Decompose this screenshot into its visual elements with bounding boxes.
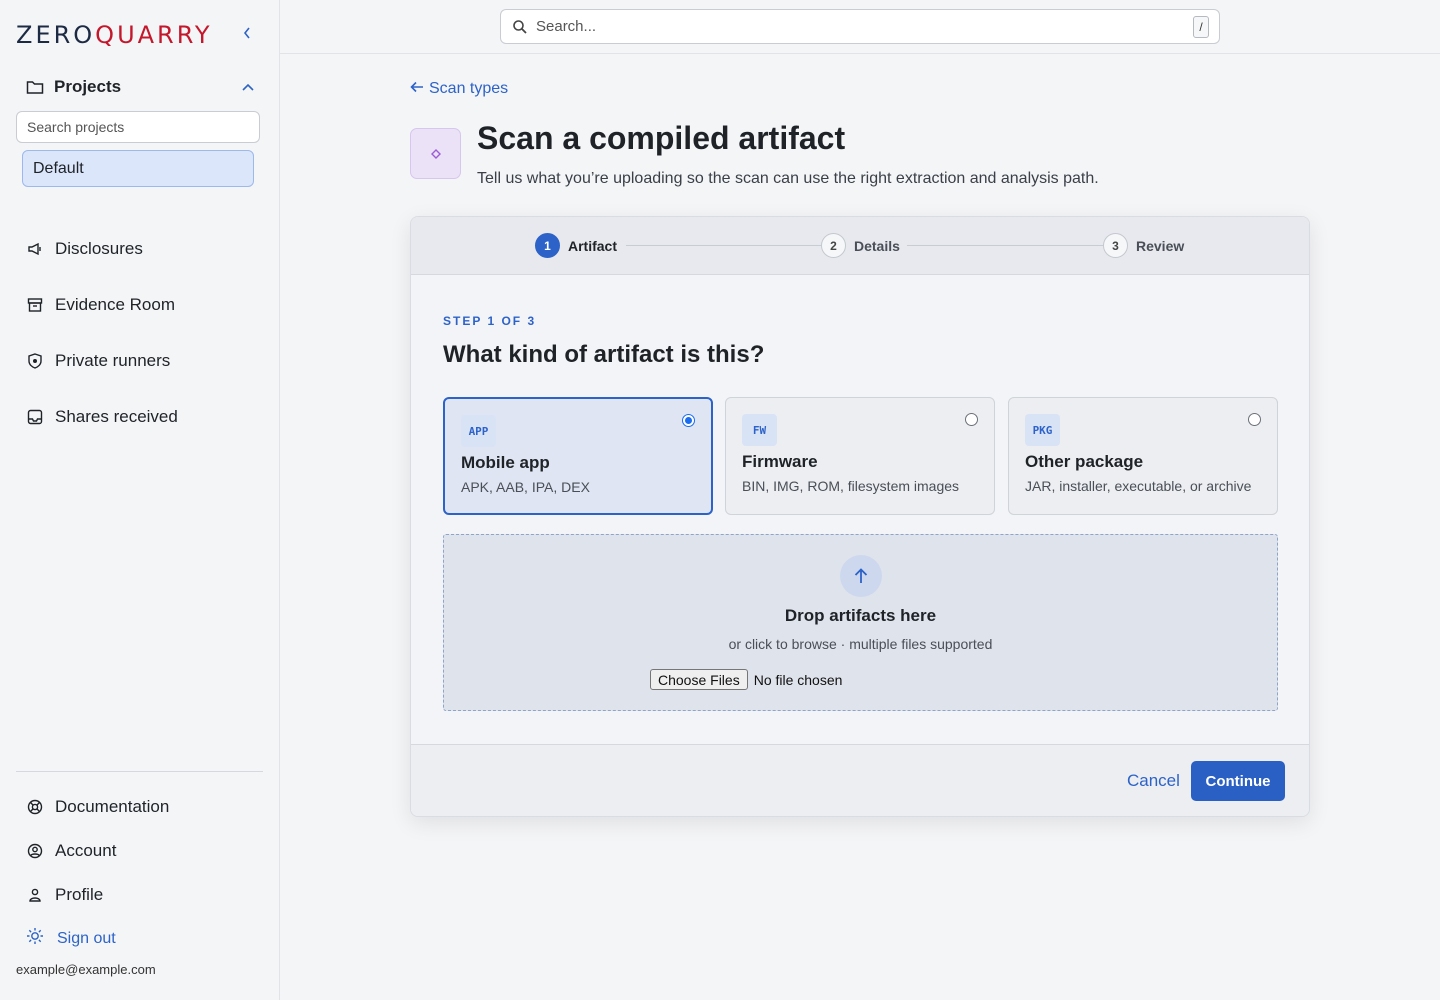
sidebar-collapse-button[interactable] (238, 26, 256, 46)
step-label: Details (854, 237, 900, 254)
upload-arrow-icon (840, 555, 882, 597)
sun-icon (26, 927, 44, 950)
sidebar-item-label: Account (55, 841, 117, 860)
wizard-footer: Cancel Continue (411, 744, 1309, 816)
sidebar-item-evidence-room[interactable]: Evidence Room (26, 295, 175, 315)
option-title: Other package (1025, 452, 1144, 471)
sidebar-item-account[interactable]: Account (26, 841, 116, 861)
sidebar-item-label: Shares received (55, 407, 178, 426)
arrow-left-icon (410, 80, 424, 98)
step-label: Artifact (568, 237, 618, 254)
artifact-diamond-icon (410, 128, 461, 179)
project-item-label: Default (33, 159, 84, 177)
cancel-button[interactable]: Cancel (1127, 771, 1180, 791)
sidebar-item-label: Documentation (55, 797, 170, 816)
sidebar-item-disclosures[interactable]: Disclosures (26, 239, 143, 259)
file-status: No file chosen (753, 671, 843, 688)
user-icon (26, 886, 44, 904)
lifebuoy-icon (26, 798, 44, 816)
search-icon (513, 19, 527, 34)
logo-text-zero: ZERO (16, 21, 96, 49)
step-review[interactable]: 3 Review (1103, 233, 1184, 258)
page-title: Scan a compiled artifact (477, 120, 846, 156)
artifact-option-other-package[interactable]: PKG Other package JAR, installer, execut… (1008, 397, 1278, 515)
projects-label: Projects (54, 77, 122, 96)
sidebar-item-label: Disclosures (55, 239, 143, 258)
user-email: example@example.com (16, 962, 156, 977)
option-badge: APP (461, 415, 496, 447)
sidebar-item-private-runners[interactable]: Private runners (26, 351, 170, 371)
file-input: Choose Files No file chosen (650, 669, 842, 690)
step-artifact[interactable]: 1 Artifact (535, 233, 617, 258)
sidebar-item-label: Private runners (55, 351, 171, 370)
sidebar-item-label: Evidence Room (55, 295, 176, 314)
step-number: 3 (1103, 233, 1128, 258)
wizard-stepper: 1 Artifact 2 Details 3 Review (411, 217, 1309, 275)
chevron-up-icon (242, 83, 254, 91)
step-details[interactable]: 2 Details (821, 233, 900, 258)
artifact-option-mobile-app[interactable]: APP Mobile app APK, AAB, IPA, DEX (443, 397, 713, 515)
page-subtitle: Tell us what you’re uploading so the sca… (477, 170, 1099, 187)
continue-button[interactable]: Continue (1191, 761, 1285, 801)
scan-wizard-card: 1 Artifact 2 Details 3 Review STEP 1 OF … (410, 216, 1310, 817)
option-badge: FW (742, 414, 777, 446)
back-to-scan-types-link[interactable]: Scan types (410, 80, 508, 98)
step-number: 2 (821, 233, 846, 258)
choose-files-button[interactable]: Choose Files (650, 669, 748, 690)
chevron-left-icon (243, 27, 250, 39)
zeroquarry-logo[interactable]: ZERO QUARRY (16, 18, 213, 52)
sidebar-item-shares-received[interactable]: Shares received (26, 407, 178, 427)
artifact-option-firmware[interactable]: FW Firmware BIN, IMG, ROM, filesystem im… (725, 397, 995, 515)
step-connector (907, 245, 1103, 246)
shield-icon (26, 352, 44, 370)
step-number: 1 (535, 233, 560, 258)
step-question: What kind of artifact is this? (443, 341, 765, 368)
step-connector (626, 245, 824, 246)
sidebar-item-profile[interactable]: Profile (26, 885, 103, 905)
option-description: JAR, installer, executable, or archive (1025, 478, 1252, 494)
option-radio[interactable] (965, 413, 978, 426)
search-shortcut-hint: / (1193, 15, 1209, 38)
dropzone-title: Drop artifacts here (784, 606, 937, 625)
back-link-label: Scan types (429, 80, 509, 97)
megaphone-icon (26, 240, 44, 258)
sidebar: ZEROQUARRY Projects Default Disclosures … (0, 0, 280, 1000)
top-bar: / (280, 0, 1440, 54)
global-search-box[interactable]: / (500, 9, 1220, 44)
sidebar-item-documentation[interactable]: Documentation (26, 797, 169, 817)
logo-text-quarry: QUARRY (95, 21, 213, 49)
artifact-dropzone[interactable]: Drop artifacts here or click to browse ·… (443, 534, 1278, 711)
sign-out-label: Sign out (57, 929, 116, 947)
option-title: Mobile app (461, 453, 550, 472)
projects-section-toggle[interactable]: Projects (26, 74, 254, 100)
sign-out-button[interactable]: Sign out (26, 927, 116, 950)
dropzone-subtitle: or click to browse · multiple files supp… (728, 636, 993, 652)
project-item-default[interactable]: Default (22, 150, 254, 187)
step-label: Review (1136, 237, 1185, 254)
search-projects-input[interactable] (16, 111, 260, 143)
sidebar-item-label: Profile (55, 885, 104, 904)
sidebar-divider (16, 771, 263, 772)
archive-box-icon (26, 296, 44, 314)
inbox-icon (26, 408, 44, 426)
user-circle-icon (26, 842, 44, 860)
folder-icon (26, 81, 44, 94)
global-search-input[interactable] (536, 11, 1193, 42)
option-badge: PKG (1025, 414, 1060, 446)
option-description: APK, AAB, IPA, DEX (461, 479, 590, 495)
option-radio[interactable] (1248, 413, 1261, 426)
option-description: BIN, IMG, ROM, filesystem images (742, 478, 960, 494)
step-kicker: STEP 1 OF 3 (443, 314, 537, 328)
option-title: Firmware (742, 452, 818, 471)
option-radio[interactable] (682, 414, 695, 427)
